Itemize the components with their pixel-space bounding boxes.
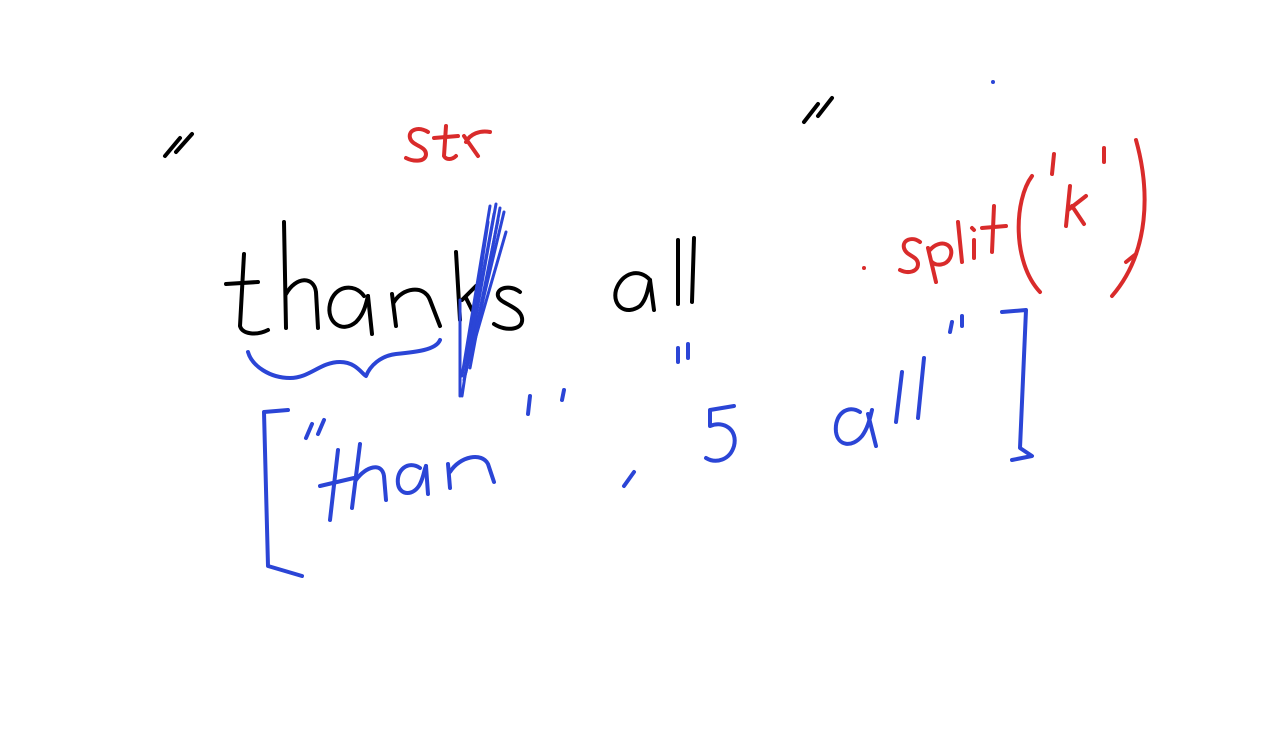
result-list-strokes [262, 308, 1034, 578]
str-label [404, 124, 492, 163]
opening-quote-black [163, 132, 194, 158]
split-call-strokes [862, 138, 1147, 298]
closing-quote-black [802, 96, 834, 124]
brace-under-than [246, 338, 442, 380]
whiteboard-canvas [163, 80, 1147, 578]
stray-dot [991, 80, 995, 84]
